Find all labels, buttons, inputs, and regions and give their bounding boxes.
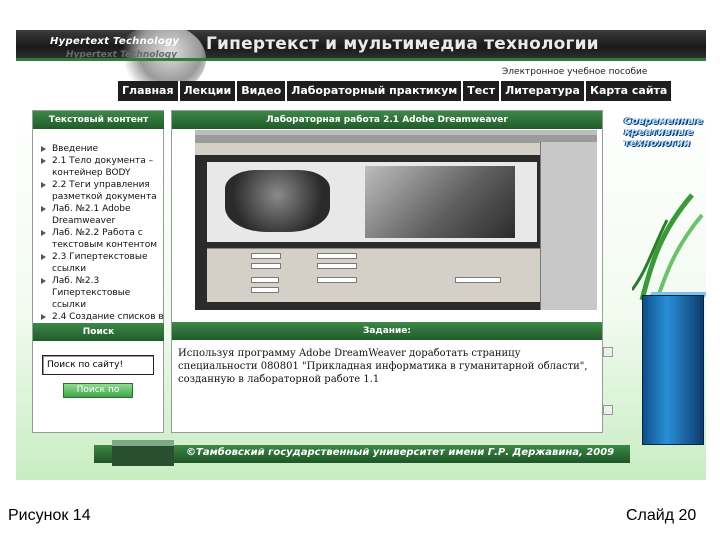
editor-side-panel <box>540 142 597 310</box>
list-item[interactable]: Лаб. №2.3 Гипертекстовые ссылки <box>40 275 164 311</box>
lab-panel-header: Лабораторная работа 2.1 Adobe Dreamweave… <box>172 111 602 129</box>
list-item[interactable]: 2.1 Тело документа – контейнер BODY <box>40 155 164 179</box>
properties-panel <box>207 248 597 302</box>
text-content-list: Введение 2.1 Тело документа – контейнер … <box>40 143 164 335</box>
nav-item-literature[interactable]: Литература <box>501 81 586 101</box>
nav-item-lab-practicum[interactable]: Лабораторный практикум <box>287 81 464 101</box>
slide-number: Слайд 20 <box>626 507 697 524</box>
nav-item-home[interactable]: Главная <box>118 81 180 101</box>
figure-caption: Рисунок 14 <box>8 507 91 524</box>
search-input[interactable]: Поиск по сайту! <box>42 355 154 375</box>
scroll-down-button[interactable] <box>603 405 613 415</box>
list-item[interactable]: Лаб. №2.1 Adobe Dreamweaver <box>40 203 164 227</box>
list-item[interactable]: Лаб. №2.2 Работа с текстовым контентом <box>40 227 164 251</box>
search-button[interactable]: Поиск по сайту <box>63 383 133 408</box>
site-header: Hypertext Technology Hypertext Technolog… <box>16 30 706 94</box>
software-box-image <box>642 295 704 445</box>
list-item[interactable]: 2.3 Гипертекстовые ссылки <box>40 251 164 275</box>
scroll-up-button[interactable] <box>603 347 613 357</box>
nav-item-sitemap[interactable]: Карта сайта <box>586 81 671 101</box>
nav-item-test[interactable]: Тест <box>463 81 502 101</box>
brand-logo-text: Hypertext Technology <box>50 36 180 47</box>
footer-copyright: ©Тамбовский государственный университет … <box>186 447 615 458</box>
ad-text: Современные креативные технологии <box>624 116 704 149</box>
university-building-icon <box>112 440 174 466</box>
site-subtitle: Электронное учебное пособие <box>502 67 648 77</box>
dreamweaver-screenshot <box>195 130 597 310</box>
list-item[interactable]: Введение <box>40 143 164 155</box>
task-panel-header: Задание: <box>172 322 602 340</box>
task-text: Используя программу Adobe DreamWeaver до… <box>178 348 588 385</box>
main-navigation: Главная Лекции Видео Лабораторный практи… <box>118 81 672 101</box>
left-panel-header: Текстовый контент <box>33 111 164 129</box>
nav-item-lectures[interactable]: Лекции <box>180 81 238 101</box>
cushion-image <box>225 170 330 232</box>
nav-item-video[interactable]: Видео <box>237 81 288 101</box>
search-panel-header: Поиск <box>33 323 164 341</box>
leaves-decoration <box>632 193 704 300</box>
site-title: Гипертекст и мультимедиа технологии <box>206 34 599 54</box>
header-divider <box>16 58 706 61</box>
room-image <box>365 166 515 238</box>
list-item[interactable]: 2.2 Теги управления разметкой документа <box>40 179 164 203</box>
